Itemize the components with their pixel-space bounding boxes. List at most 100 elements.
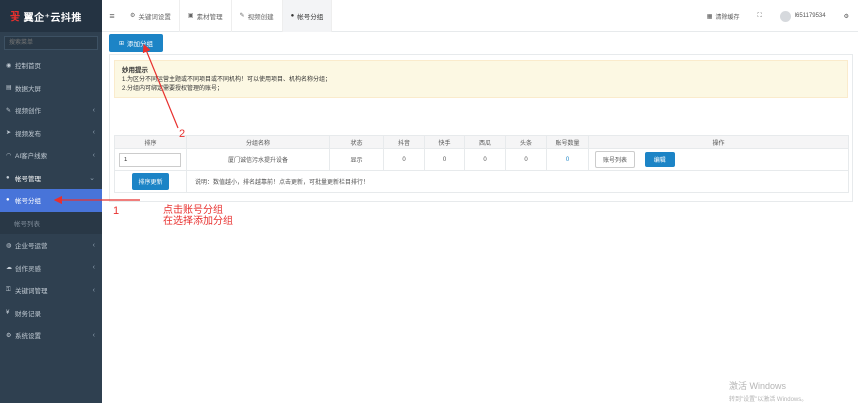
tips-title: 妙用提示 [122, 67, 148, 74]
settings-icon[interactable]: ⚙ [835, 13, 858, 20]
sidebar-item-account-list[interactable]: 帐号列表 [0, 211, 102, 234]
image-icon: ▣ [187, 13, 194, 19]
gauge-icon: ◉ [6, 62, 12, 69]
headset-icon: ◍ [6, 242, 12, 249]
edit-button[interactable]: 编辑 [644, 152, 675, 167]
tab-label: 帐号分组 [297, 13, 324, 21]
sort-update-button[interactable]: 排序更新 [132, 173, 169, 190]
chevron-left-icon: ‹ [92, 106, 95, 114]
user-icon: ● [290, 12, 295, 19]
wifi-icon: ◠ [6, 152, 12, 159]
sidebar-item-video-publish[interactable]: ➤ 视频发布 ‹ [0, 122, 102, 145]
kuaishou-count: 0 [424, 148, 465, 171]
sidebar-item-label: 系统设置 [15, 333, 41, 341]
tips-line-1: 1.为区分不同运营主题或不同项目或不同机构！可以使用项目、机构名称分组； [122, 77, 332, 83]
fullscreen-icon[interactable]: ⛶ [748, 13, 770, 20]
xigua-count: 0 [464, 148, 506, 171]
actions-cell: 账号列表 编辑 [588, 148, 849, 171]
pencil-icon: ✎ [239, 13, 245, 19]
col-actions: 操作 [588, 135, 849, 149]
sidebar-item-dashboard[interactable]: ◉ 控制首页 [0, 54, 102, 77]
sidebar-item-finance[interactable]: ¥ 财务记录 [0, 302, 102, 325]
cloud-icon: ☁ [6, 265, 12, 272]
search-input[interactable] [4, 36, 98, 50]
pencil-icon: ✎ [6, 107, 12, 114]
chevron-left-icon: ‹ [92, 241, 95, 249]
sidebar-item-account-group[interactable]: ● 帐号分组 [0, 189, 102, 212]
tips-line-2: 2.分组内可绑定需要授权管理的账号； [122, 86, 224, 92]
col-xigua: 西瓜 [464, 135, 506, 149]
topbar: ≡ ⚙ 关键词设置 ▣ 素材管理 ✎ 视频创建 ● 帐号分组 ▦ 清除缓存 ⛶ … [102, 0, 858, 32]
logo-mark-icon: 꽃 [10, 11, 21, 23]
annotation-text-2: 在选择添加分组 [163, 216, 233, 227]
menu-toggle-icon[interactable]: ≡ [102, 11, 122, 21]
col-account-count: 账号数量 [546, 135, 589, 149]
col-group-name: 分组名称 [186, 135, 330, 149]
username: l651179534 [794, 13, 826, 19]
tab-label: 视频创建 [247, 13, 274, 21]
sidebar-item-keywords[interactable]: ⚿ 关键词管理 ‹ [0, 279, 102, 302]
sidebar-item-data-screen[interactable]: ▤ 数据大屏 [0, 77, 102, 100]
sidebar-item-enterprise-ops[interactable]: ◍ 企业号运营 ‹ [0, 234, 102, 257]
add-group-button[interactable]: ⊞ 添加分组 [109, 34, 163, 52]
send-icon: ➤ [6, 130, 12, 137]
annotation-number-1: 1 [113, 205, 120, 217]
sidebar-item-ai-leads[interactable]: ◠ AI客户线索 ‹ [0, 144, 102, 167]
sidebar-item-inspiration[interactable]: ☁ 创作灵感 ‹ [0, 257, 102, 280]
sidebar-item-label: 控制首页 [15, 63, 41, 71]
logo-text: 翼企⁺云抖推 [23, 12, 82, 24]
chevron-left-icon: ‹ [92, 129, 95, 137]
account-count-link[interactable]: 0 [566, 157, 569, 163]
avatar [779, 10, 791, 22]
add-icon: ⊞ [118, 40, 125, 47]
chevron-left-icon: ‹ [92, 264, 95, 272]
sidebar-item-system-settings[interactable]: ⚙ 系统设置 ‹ [0, 324, 102, 347]
col-toutiao: 头条 [505, 135, 547, 149]
sidebar-item-label: 视频创作 [15, 108, 41, 116]
sort-cell [114, 148, 187, 171]
key-icon: ⚿ [6, 286, 11, 293]
chevron-left-icon: ‹ [92, 151, 95, 159]
sidebar-item-label: 视频发布 [15, 130, 41, 138]
toutiao-count: 0 [505, 148, 547, 171]
tab-account-group[interactable]: ● 帐号分组 [282, 0, 333, 32]
watermark-line-1: 激活 Windows [729, 381, 787, 391]
watermark-line-2: 转到"设置"以激活 Windows。 [729, 397, 808, 403]
sidebar-item-label: 企业号运营 [15, 243, 48, 251]
group-name-cell: 厦门诚信污水提升设备 [186, 148, 330, 171]
sort-note: 说明：数值越小，排名越靠前！点击更新，可批量更新栏目排行！ [186, 170, 849, 193]
cache-icon: ▦ [706, 13, 713, 20]
table-row: 厦门诚信污水提升设备 显示 0 0 0 0 0 账号列表 编辑 [114, 148, 849, 171]
status-cell: 显示 [329, 148, 384, 171]
sidebar: 꽃 翼企⁺云抖推 ◉ 控制首页 ▤ 数据大屏 ✎ 视频创作 ‹ ➤ 视频发布 ‹… [0, 0, 102, 403]
sidebar-search [0, 32, 102, 54]
sort-update-cell: 排序更新 [114, 170, 187, 193]
brand-logo[interactable]: 꽃 翼企⁺云抖推 [0, 0, 102, 32]
chevron-left-icon: ‹ [92, 331, 95, 339]
tab-material-manage[interactable]: ▣ 素材管理 [180, 0, 232, 32]
gear-icon: ⚙ [130, 13, 136, 19]
user-menu[interactable]: l651179534 [771, 10, 835, 22]
tab-keyword-settings[interactable]: ⚙ 关键词设置 [122, 0, 180, 32]
user-icon: ● [6, 197, 10, 204]
sidebar-item-label: 创作灵感 [15, 265, 41, 273]
sidebar-item-label: 帐号管理 [15, 175, 41, 183]
chevron-left-icon: ‹ [92, 286, 95, 294]
annotation-number-2: 2 [179, 128, 186, 140]
sidebar-item-account-manage[interactable]: ● 帐号管理 ⌄ [0, 167, 102, 190]
clear-cache-button[interactable]: ▦ 清除缓存 [698, 12, 749, 21]
table-header-row: 排序 分组名称 状态 抖音 快手 西瓜 头条 账号数量 操作 [114, 135, 849, 149]
col-douyin: 抖音 [383, 135, 425, 149]
sidebar-item-video-create[interactable]: ✎ 视频创作 ‹ [0, 99, 102, 122]
yen-icon: ¥ [6, 309, 10, 316]
tips-box: 妙用提示 1.为区分不同运营主题或不同项目或不同机构！可以使用项目、机构名称分组… [114, 60, 848, 98]
account-list-button[interactable]: 账号列表 [595, 151, 636, 168]
windows-watermark: 激活 Windows 转到"设置"以激活 Windows。 [729, 379, 807, 403]
sidebar-item-label: 帐号列表 [14, 220, 40, 228]
users-icon: ● [6, 174, 10, 181]
sidebar-item-label: 关键词管理 [15, 288, 48, 296]
tab-video-create[interactable]: ✎ 视频创建 [232, 0, 283, 32]
sort-input[interactable] [119, 152, 181, 167]
account-count-cell: 0 [546, 148, 589, 171]
sidebar-item-label: AI客户线索 [15, 153, 48, 161]
